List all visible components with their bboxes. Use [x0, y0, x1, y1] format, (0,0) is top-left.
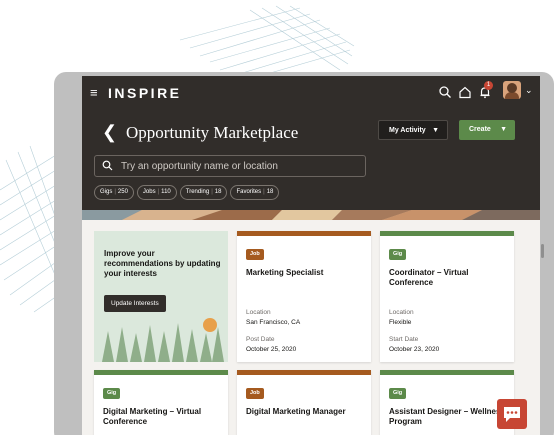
- page-title: Opportunity Marketplace: [126, 123, 299, 142]
- filter-chips: Gigs | 250 Jobs | 110 Trending | 18 Favorites |…: [94, 185, 280, 200]
- chat-button[interactable]: [497, 399, 527, 429]
- opportunity-card[interactable]: Gig Coordinator – Virtual Conference Loc…: [380, 231, 514, 362]
- card-title: Assistant Designer – Wellness Program: [389, 407, 505, 426]
- chip-count: 250: [117, 189, 128, 195]
- chip-label: Favorites: [236, 189, 262, 195]
- type-badge: Job: [246, 249, 264, 260]
- chip-label: Jobs: [142, 189, 156, 195]
- chip-jobs[interactable]: Jobs | 110: [136, 185, 177, 200]
- chevron-down-icon[interactable]: ⌄: [525, 85, 533, 96]
- opportunity-card[interactable]: Gig Assistant Designer – Wellness Progra…: [380, 370, 514, 435]
- type-badge: Gig: [103, 388, 121, 399]
- location-label: Location: [246, 309, 271, 316]
- trees-illustration: [102, 318, 224, 362]
- search-icon[interactable]: [438, 85, 452, 99]
- card-title: Digital Marketing – Virtual Conference: [103, 407, 202, 426]
- chat-bubble-icon: [504, 407, 520, 422]
- back-chevron-icon[interactable]: ❮: [102, 122, 117, 143]
- home-icon[interactable]: [458, 85, 472, 99]
- my-activity-dropdown[interactable]: My Activity ▼: [378, 120, 448, 140]
- create-label: Create: [469, 126, 491, 133]
- create-button[interactable]: Create ▼: [459, 120, 515, 140]
- search-box[interactable]: [94, 155, 366, 177]
- card-title: Marketing Specialist: [246, 268, 324, 277]
- opportunity-card[interactable]: Job Digital Marketing Manager: [237, 370, 371, 435]
- chip-trending[interactable]: Trending | 18: [179, 185, 228, 200]
- caret-down-icon: ▼: [500, 126, 507, 133]
- chip-gigs[interactable]: Gigs | 250: [94, 185, 134, 200]
- chip-label: Gigs: [100, 189, 113, 195]
- type-badge: Gig: [389, 249, 407, 260]
- date-value: October 23, 2020: [389, 346, 440, 353]
- update-interests-button[interactable]: Update Interests: [104, 295, 166, 312]
- notification-badge: 1: [484, 81, 493, 90]
- location-value: San Francisco, CA: [246, 319, 301, 326]
- decorative-banner: [82, 210, 540, 220]
- type-badge: Job: [246, 388, 264, 399]
- my-activity-label: My Activity: [389, 127, 426, 134]
- location-value: Flexible: [389, 319, 412, 326]
- date-value: October 25, 2020: [246, 346, 297, 353]
- date-label: Post Date: [246, 336, 275, 343]
- card-title: Coordinator – Virtual Conference: [389, 268, 469, 287]
- opportunity-card[interactable]: Job Marketing Specialist Location San Fr…: [237, 231, 371, 362]
- chip-count: 18: [266, 189, 274, 195]
- search-icon: [102, 160, 113, 171]
- opportunity-card[interactable]: Gig Digital Marketing – Virtual Conferen…: [94, 370, 228, 435]
- chip-favorites[interactable]: Favorites | 18: [230, 185, 280, 200]
- chip-count: 18: [214, 189, 222, 195]
- type-badge: Gig: [389, 388, 407, 399]
- brand-logo: INSPIRE: [108, 85, 182, 101]
- update-interests-card: Improve your recommendations by updating…: [94, 231, 228, 362]
- tablet-side-button: [541, 244, 544, 258]
- app-screen: ≡ INSPIRE 1 ⌄ ❮ Opportunity Marketplace …: [82, 76, 540, 435]
- chip-label: Trending: [185, 189, 210, 195]
- avatar[interactable]: [503, 81, 521, 99]
- location-label: Location: [389, 309, 414, 316]
- caret-down-icon: ▼: [432, 127, 439, 134]
- menu-icon[interactable]: ≡: [90, 86, 98, 99]
- card-title: Digital Marketing Manager: [246, 407, 346, 416]
- chip-count: 110: [161, 189, 171, 195]
- search-input[interactable]: [121, 156, 361, 176]
- app-header: ≡ INSPIRE 1 ⌄ ❮ Opportunity Marketplace …: [82, 76, 540, 216]
- interests-prompt: Improve your recommendations by updating…: [104, 249, 221, 278]
- date-label: Start Date: [389, 336, 419, 343]
